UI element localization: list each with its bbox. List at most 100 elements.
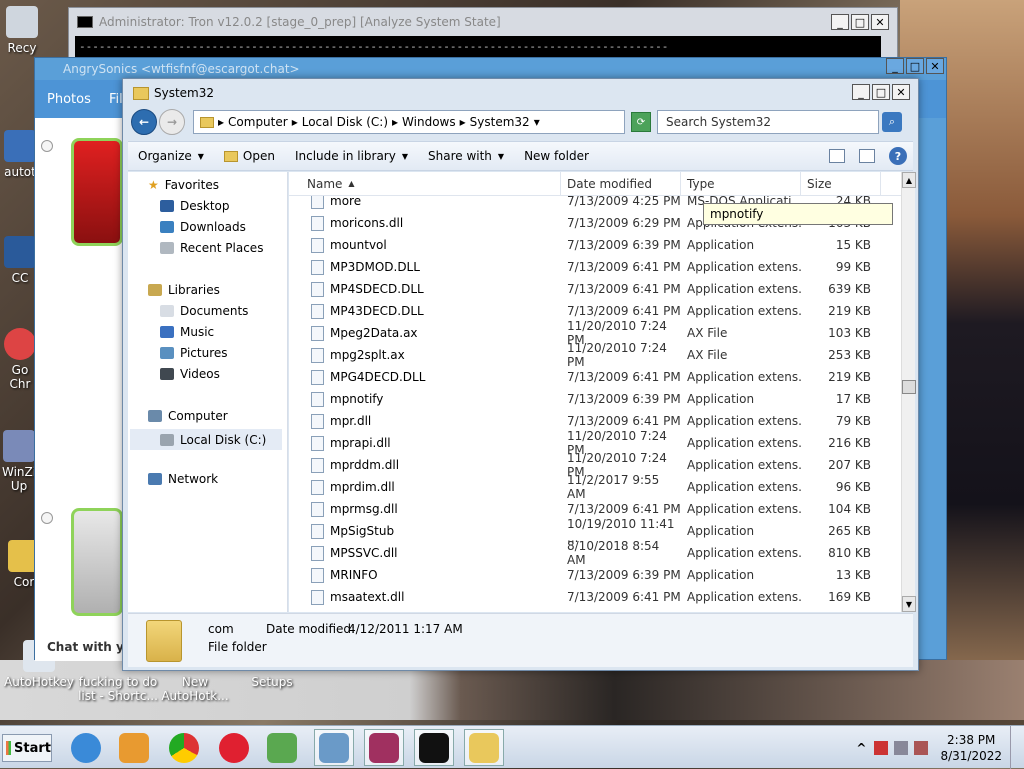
- table-row[interactable]: MP4SDECD.DLL 7/13/2009 6:41 PM Application…: [289, 278, 901, 300]
- close-button[interactable]: ✕: [926, 58, 944, 74]
- vertical-scrollbar[interactable]: ▲ ▼: [901, 172, 916, 612]
- nav-desktop[interactable]: Desktop: [160, 199, 230, 213]
- file-list[interactable]: Name ▲ Date modified Type Size more 7/13/2…: [289, 172, 901, 612]
- table-row[interactable]: MP3DMOD.DLL 7/13/2009 6:41 PM Application …: [289, 256, 901, 278]
- start-label: Start: [14, 740, 51, 756]
- taskbar-winrar[interactable]: [364, 729, 404, 766]
- nav-local-disk[interactable]: Local Disk (C:): [130, 429, 282, 450]
- help-icon[interactable]: ?: [889, 147, 907, 165]
- file-date: 11/2/2017 9:55 AM: [567, 473, 660, 501]
- nav-favorites[interactable]: ★ Favorites: [148, 178, 219, 192]
- table-row[interactable]: mountvol 7/13/2009 6:39 PM Application 15 K…: [289, 234, 901, 256]
- nav-videos[interactable]: Videos: [160, 367, 220, 381]
- search-input[interactable]: Search System32 ⌕: [657, 110, 902, 134]
- column-size[interactable]: Size: [801, 172, 881, 195]
- taskbar-messenger[interactable]: [262, 729, 302, 766]
- messenger-titlebar[interactable]: AngrySonics <wtfisfnf@escargot.chat>: [35, 58, 946, 80]
- minimize-button[interactable]: _: [886, 58, 904, 74]
- column-date[interactable]: Date modified: [561, 172, 681, 195]
- table-row[interactable]: MPG4DECD.DLL 7/13/2009 6:41 PM Application…: [289, 366, 901, 388]
- minimize-button[interactable]: _: [852, 84, 870, 100]
- file-name-cell: mpnotify: [289, 391, 561, 407]
- maximize-button[interactable]: □: [851, 14, 869, 30]
- show-hidden-icons-button[interactable]: ^: [856, 741, 866, 755]
- scroll-thumb[interactable]: [902, 380, 916, 394]
- videos-icon: [160, 368, 174, 380]
- chevron-up-icon[interactable]: [41, 140, 53, 152]
- new-folder-button[interactable]: New folder: [514, 149, 599, 163]
- share-with-button[interactable]: Share with ▼: [418, 149, 514, 163]
- network-icon: [148, 473, 162, 485]
- breadcrumb[interactable]: ▸ Computer ▸ Local Disk (C:) ▸ Windows ▸ Sy…: [193, 110, 625, 134]
- console-titlebar[interactable]: Administrator: Tron v12.0.2 [stage_0_pre…: [69, 8, 897, 36]
- file-name-cell: MPSSVC.dll: [289, 545, 561, 561]
- nav-file[interactable]: Fil: [109, 92, 123, 107]
- maximize-button[interactable]: □: [906, 58, 924, 74]
- network-status-icon[interactable]: [894, 740, 909, 755]
- taskbar-network-tool[interactable]: [314, 729, 354, 766]
- file-size: 639 KB: [828, 282, 871, 296]
- nav-network[interactable]: Network: [148, 472, 218, 486]
- nav-downloads[interactable]: Downloads: [160, 220, 246, 234]
- chevron-right-icon[interactable]: ▸: [460, 115, 466, 129]
- libraries-icon: [148, 284, 162, 296]
- clock[interactable]: 2:38 PM 8/31/2022: [940, 732, 1002, 764]
- chevron-right-icon[interactable]: ▸: [392, 115, 398, 129]
- taskbar-internet-explorer[interactable]: [66, 729, 106, 766]
- breadcrumb-computer[interactable]: Computer: [228, 115, 288, 129]
- close-button[interactable]: ✕: [871, 14, 889, 30]
- column-label: Size: [807, 176, 832, 191]
- volume-muted-icon[interactable]: [914, 740, 929, 755]
- desktop-icon-recycle-bin[interactable]: Recy: [6, 6, 38, 55]
- view-options-icon[interactable]: [829, 149, 845, 163]
- breadcrumb-system32[interactable]: System32: [470, 115, 530, 129]
- nav-pictures[interactable]: Pictures: [160, 346, 228, 360]
- column-type[interactable]: Type: [681, 172, 801, 195]
- organize-button[interactable]: Organize ▼: [128, 149, 214, 163]
- desktop-icon-winzip[interactable]: WinZi Up: [2, 430, 36, 493]
- chevron-up-icon[interactable]: [41, 512, 53, 524]
- taskbar-opera[interactable]: [214, 729, 254, 766]
- chevron-down-icon[interactable]: ▾: [534, 115, 540, 129]
- desktop-icon-cc[interactable]: CC: [4, 236, 36, 285]
- close-button[interactable]: ✕: [892, 84, 910, 100]
- show-desktop-button[interactable]: [1010, 726, 1024, 769]
- scroll-down-arrow[interactable]: ▼: [902, 596, 916, 612]
- open-button[interactable]: Open: [214, 149, 285, 163]
- table-row[interactable]: mprdim.dll 11/2/2017 9:55 AM Application e…: [289, 473, 901, 501]
- scroll-up-arrow[interactable]: ▲: [902, 172, 916, 188]
- table-row[interactable]: MRINFO 7/13/2009 6:39 PM Application 13 KB: [289, 564, 901, 586]
- explorer-window[interactable]: System32 _ □ ✕ ← → ▸ Computer ▸ Local Disk …: [122, 78, 919, 671]
- nav-computer[interactable]: Computer: [148, 409, 228, 423]
- nav-music[interactable]: Music: [160, 325, 214, 339]
- breadcrumb-windows[interactable]: Windows: [402, 115, 456, 129]
- column-name[interactable]: Name ▲: [289, 172, 561, 195]
- back-button[interactable]: ←: [131, 109, 157, 135]
- refresh-button[interactable]: ⟳: [631, 112, 651, 132]
- explorer-titlebar[interactable]: System32: [123, 79, 918, 107]
- taskbar-media-player[interactable]: [114, 729, 154, 766]
- nav-photos[interactable]: Photos: [47, 92, 91, 107]
- nav-documents[interactable]: Documents: [160, 304, 248, 318]
- table-row[interactable]: mpnotify 7/13/2009 6:39 PM Application 17 K…: [289, 388, 901, 410]
- chevron-right-icon[interactable]: ▸: [292, 115, 298, 129]
- breadcrumb-local-disk[interactable]: Local Disk (C:): [302, 115, 388, 129]
- table-row[interactable]: MPSSVC.dll 8/10/2018 8:54 AM Application e…: [289, 539, 901, 567]
- table-row[interactable]: msaatext.dll 7/13/2009 6:41 PM Application…: [289, 586, 901, 608]
- forward-button[interactable]: →: [159, 109, 185, 135]
- action-center-icon[interactable]: [874, 740, 889, 755]
- search-icon[interactable]: ⌕: [882, 112, 902, 132]
- include-in-library-button[interactable]: Include in library ▼: [285, 149, 418, 163]
- minimize-button[interactable]: _: [831, 14, 849, 30]
- table-row[interactable]: mpg2splt.ax 11/20/2010 7:24 PM AX File 253 …: [289, 341, 901, 369]
- preview-pane-icon[interactable]: [859, 149, 875, 163]
- nav-libraries[interactable]: Libraries: [148, 283, 220, 297]
- taskbar-explorer[interactable]: [464, 729, 504, 766]
- taskbar-cmd[interactable]: [414, 729, 454, 766]
- desktop-icon-chrome[interactable]: Go Chr: [4, 328, 36, 391]
- nav-recent-places[interactable]: Recent Places: [160, 241, 263, 255]
- maximize-button[interactable]: □: [872, 84, 890, 100]
- taskbar-chrome[interactable]: [164, 729, 204, 766]
- start-button[interactable]: Start: [2, 734, 52, 762]
- desktop-icon-autot[interactable]: autot: [4, 130, 36, 179]
